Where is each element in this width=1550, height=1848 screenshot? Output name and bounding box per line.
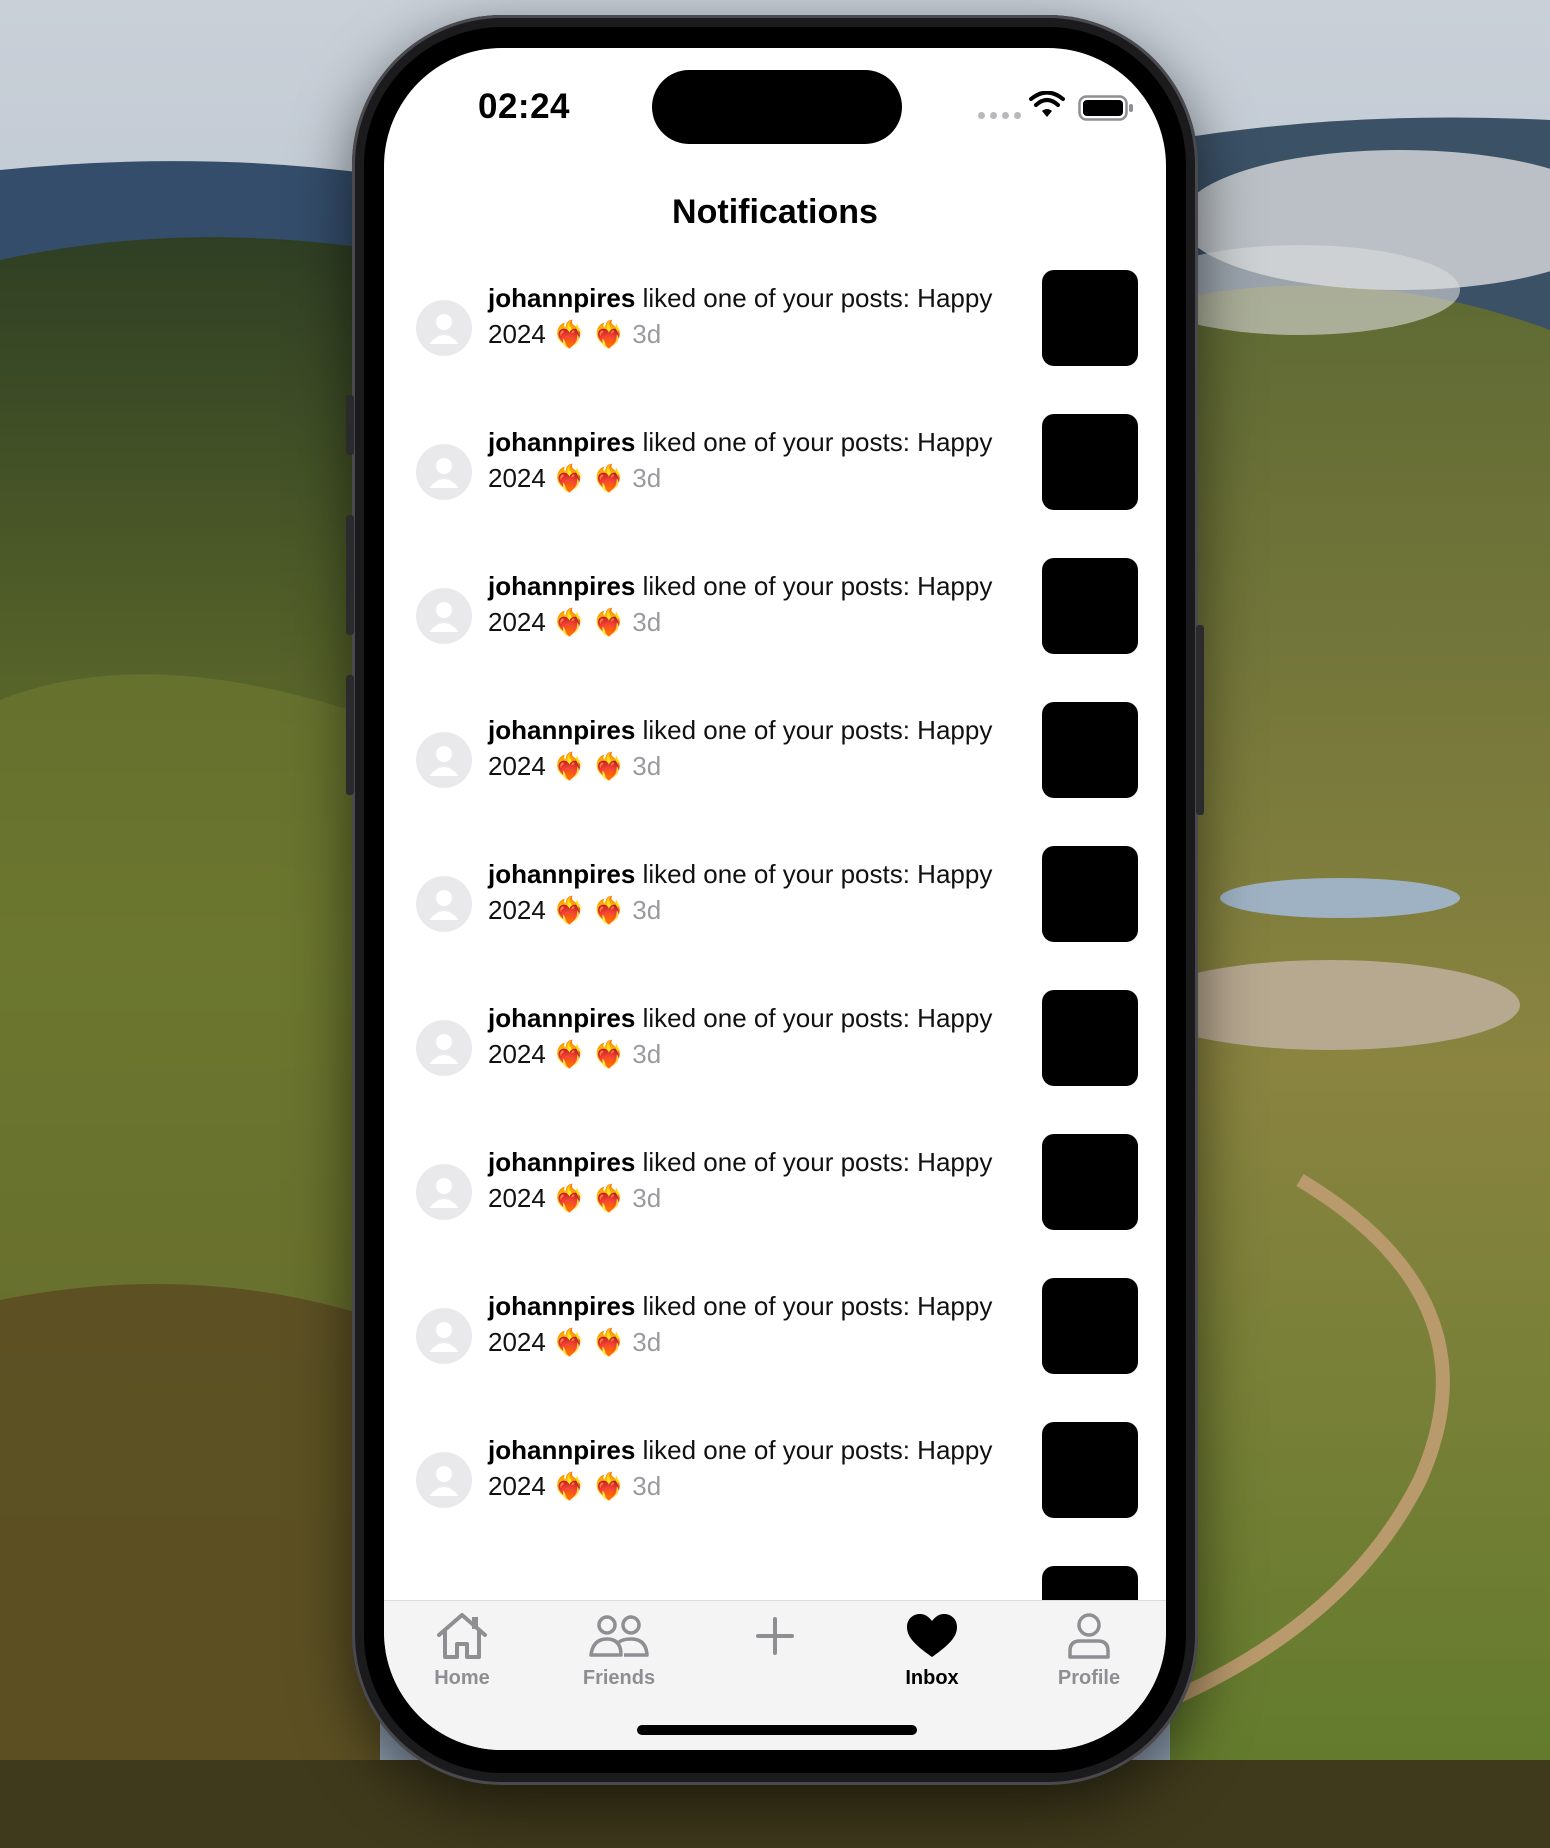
status-time: 02:24 bbox=[478, 87, 571, 126]
notification-username[interactable]: johannpires bbox=[488, 1291, 635, 1321]
avatar[interactable] bbox=[416, 300, 472, 356]
home-icon bbox=[437, 1613, 487, 1659]
notification-age: 3d bbox=[632, 1183, 662, 1213]
volume-down-button bbox=[346, 675, 354, 795]
notification-row[interactable]: johannpires liked one of your posts: Hap… bbox=[384, 1422, 1166, 1566]
post-thumbnail[interactable] bbox=[1042, 1134, 1138, 1230]
notification-age: 3d bbox=[632, 751, 662, 781]
person-placeholder-icon bbox=[429, 890, 459, 920]
person-placeholder-icon bbox=[429, 1466, 459, 1496]
notification-text: johannpires liked one of your posts: Hap… bbox=[488, 1288, 1018, 1360]
post-thumbnail[interactable] bbox=[1042, 270, 1138, 366]
volume-up-button bbox=[346, 515, 354, 635]
plus-icon bbox=[756, 1617, 794, 1655]
person-icon bbox=[1068, 1613, 1110, 1659]
notification-username[interactable]: johannpires bbox=[488, 859, 635, 889]
avatar[interactable] bbox=[416, 1164, 472, 1220]
person-placeholder-icon bbox=[429, 1034, 459, 1064]
notification-username[interactable]: johannpires bbox=[488, 571, 635, 601]
iphone-frame: 02:24 Notifications johannpires liked on… bbox=[346, 15, 1204, 1785]
notification-row[interactable]: johannpires liked one of your posts: Hap… bbox=[384, 846, 1166, 990]
avatar[interactable] bbox=[416, 876, 472, 932]
notification-username[interactable]: johannpires bbox=[488, 1435, 635, 1465]
home-indicator[interactable] bbox=[637, 1725, 917, 1735]
notification-username[interactable]: johannpires bbox=[488, 427, 635, 457]
notification-text: johannpires liked one of your posts: Hap… bbox=[488, 424, 1018, 496]
person-placeholder-icon bbox=[429, 458, 459, 488]
page-title: Notifications bbox=[672, 193, 878, 231]
tab-friends[interactable]: Friends bbox=[559, 1611, 679, 1690]
notification-text: johannpires liked one of your posts: Hap… bbox=[488, 856, 1018, 928]
notifications-list[interactable]: johannpires liked one of your posts: Hap… bbox=[384, 270, 1166, 1710]
post-thumbnail[interactable] bbox=[1042, 1422, 1138, 1518]
notification-text: johannpires liked one of your posts: Hap… bbox=[488, 1144, 1018, 1216]
dynamic-island bbox=[652, 70, 902, 144]
person-placeholder-icon bbox=[429, 746, 459, 776]
person-placeholder-icon bbox=[429, 1178, 459, 1208]
person-placeholder-icon bbox=[429, 314, 459, 344]
notification-text: johannpires liked one of your posts: Hap… bbox=[488, 712, 1018, 784]
notification-age: 3d bbox=[632, 1471, 662, 1501]
notification-row[interactable]: johannpires liked one of your posts: Hap… bbox=[384, 702, 1166, 846]
avatar[interactable] bbox=[416, 732, 472, 788]
tab-friends-label: Friends bbox=[582, 1667, 656, 1689]
tab-create[interactable] bbox=[715, 1611, 835, 1667]
heart-icon bbox=[907, 1614, 957, 1657]
friends-icon bbox=[589, 1615, 649, 1657]
notification-username[interactable]: johannpires bbox=[488, 1003, 635, 1033]
notification-text: johannpires liked one of your posts: Hap… bbox=[488, 1432, 1018, 1504]
post-thumbnail[interactable] bbox=[1042, 414, 1138, 510]
person-placeholder-icon bbox=[429, 1322, 459, 1352]
post-thumbnail[interactable] bbox=[1042, 846, 1138, 942]
signal-dots-icon bbox=[978, 112, 1021, 119]
notification-username[interactable]: johannpires bbox=[488, 1147, 635, 1177]
notification-age: 3d bbox=[632, 607, 662, 637]
tab-profile-label: Profile bbox=[1057, 1667, 1121, 1689]
battery-icon bbox=[1078, 95, 1133, 121]
notification-text: johannpires liked one of your posts: Hap… bbox=[488, 280, 1018, 352]
notification-row[interactable]: johannpires liked one of your posts: Hap… bbox=[384, 414, 1166, 558]
notification-age: 3d bbox=[632, 319, 662, 349]
notification-username[interactable]: johannpires bbox=[488, 283, 635, 313]
action-button bbox=[346, 395, 354, 455]
notification-username[interactable]: johannpires bbox=[488, 715, 635, 745]
notification-row[interactable]: johannpires liked one of your posts: Hap… bbox=[384, 270, 1166, 414]
avatar[interactable] bbox=[416, 588, 472, 644]
notification-age: 3d bbox=[632, 463, 662, 493]
notification-age: 3d bbox=[632, 895, 662, 925]
tab-inbox-label: Inbox bbox=[905, 1667, 959, 1689]
post-thumbnail[interactable] bbox=[1042, 702, 1138, 798]
avatar[interactable] bbox=[416, 1452, 472, 1508]
notification-row[interactable]: johannpires liked one of your posts: Hap… bbox=[384, 558, 1166, 702]
tab-inbox[interactable]: Inbox bbox=[872, 1611, 992, 1690]
avatar[interactable] bbox=[416, 1308, 472, 1364]
tab-home[interactable]: Home bbox=[402, 1611, 522, 1690]
wifi-icon bbox=[1029, 91, 1065, 117]
notification-row[interactable]: johannpires liked one of your posts: Hap… bbox=[384, 990, 1166, 1134]
app-screen: 02:24 Notifications johannpires liked on… bbox=[384, 48, 1166, 1750]
notification-age: 3d bbox=[632, 1039, 662, 1069]
notification-age: 3d bbox=[632, 1327, 662, 1357]
tab-bar: Home Friends Inbox Profile bbox=[384, 1600, 1166, 1750]
power-button bbox=[1196, 625, 1204, 815]
notification-row[interactable]: johannpires liked one of your posts: Hap… bbox=[384, 1134, 1166, 1278]
tab-profile[interactable]: Profile bbox=[1029, 1611, 1149, 1690]
avatar[interactable] bbox=[416, 444, 472, 500]
person-placeholder-icon bbox=[429, 602, 459, 632]
post-thumbnail[interactable] bbox=[1042, 990, 1138, 1086]
post-thumbnail[interactable] bbox=[1042, 1278, 1138, 1374]
post-thumbnail[interactable] bbox=[1042, 558, 1138, 654]
notification-text: johannpires liked one of your posts: Hap… bbox=[488, 568, 1018, 640]
notification-row[interactable]: johannpires liked one of your posts: Hap… bbox=[384, 1278, 1166, 1422]
tab-home-label: Home bbox=[434, 1667, 490, 1689]
avatar[interactable] bbox=[416, 1020, 472, 1076]
notification-text: johannpires liked one of your posts: Hap… bbox=[488, 1000, 1018, 1072]
